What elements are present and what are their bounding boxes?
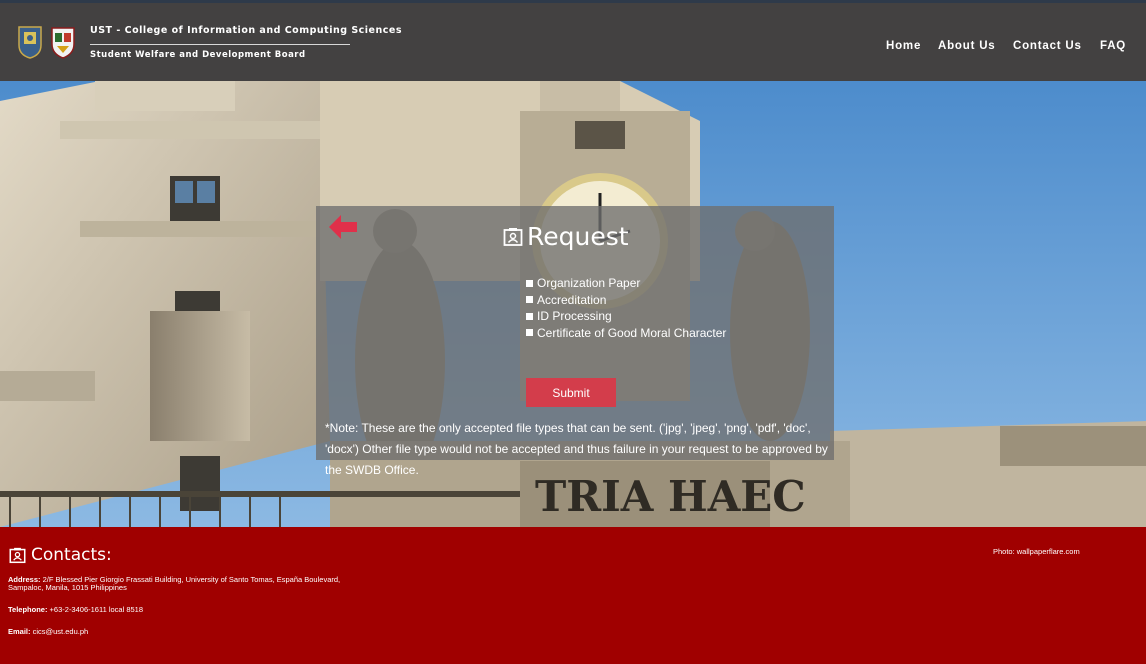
request-form-panel: Request Organization Paper Accreditation… — [316, 206, 834, 477]
title-divider — [90, 44, 350, 45]
contacts-title: Contacts: — [31, 545, 112, 565]
option-organization-paper[interactable]: Organization Paper — [526, 275, 726, 292]
email-label: Email: — [8, 627, 31, 636]
option-label: Accreditation — [537, 292, 607, 307]
id-card-icon — [9, 547, 26, 563]
submit-button[interactable]: Submit — [526, 378, 616, 407]
file-type-note: *Note: These are the only accepted file … — [325, 421, 828, 477]
top-navbar: UST - College of Information and Computi… — [0, 0, 1146, 81]
nav-contact-link[interactable]: Contact Us — [1013, 40, 1082, 52]
nav-faq-link[interactable]: FAQ — [1100, 40, 1126, 52]
checkbox[interactable] — [526, 296, 533, 304]
email-value[interactable]: cics@ust.edu.ph — [33, 627, 89, 636]
option-label: Certificate of Good Moral Character — [537, 325, 727, 340]
photo-credit: Photo: wallpaperflare.com — [993, 547, 1080, 556]
arrow-left-icon[interactable] — [329, 215, 357, 239]
nav-home-link[interactable]: Home — [886, 40, 921, 52]
request-heading: Request — [503, 222, 629, 251]
option-accreditation[interactable]: Accreditation — [526, 292, 726, 309]
option-id-processing[interactable]: ID Processing — [526, 308, 726, 325]
telephone-label: Telephone: — [8, 605, 48, 614]
site-subtitle: Student Welfare and Development Board — [90, 50, 306, 60]
cics-seal-icon[interactable] — [50, 25, 76, 59]
site-title: UST - College of Information and Computi… — [90, 25, 402, 36]
contacts-heading: Contacts: — [9, 545, 112, 565]
id-card-icon — [503, 227, 523, 246]
ust-seal-icon[interactable] — [17, 25, 43, 59]
checkbox[interactable] — [526, 329, 533, 337]
option-good-moral-certificate[interactable]: Certificate of Good Moral Character — [526, 325, 726, 342]
telephone-text: Telephone: +63-2-3406-1611 local 8518 — [8, 606, 143, 614]
request-options-list: Organization Paper Accreditation ID Proc… — [526, 275, 726, 341]
address-value: 2/F Blessed Pier Giorgio Frassati Buildi… — [8, 575, 341, 592]
contacts-footer: Contacts: Address: 2/F Blessed Pier Gior… — [0, 527, 1146, 664]
option-label: ID Processing — [537, 309, 612, 324]
request-title: Request — [527, 222, 629, 251]
option-label: Organization Paper — [537, 276, 641, 291]
checkbox[interactable] — [526, 279, 533, 287]
telephone-value: +63-2-3406-1611 local 8518 — [49, 605, 144, 614]
email-text: Email: cics@ust.edu.ph — [8, 628, 88, 636]
nav-about-link[interactable]: About Us — [938, 40, 996, 52]
address-text: Address: 2/F Blessed Pier Giorgio Frassa… — [8, 576, 368, 592]
checkbox[interactable] — [526, 312, 533, 320]
